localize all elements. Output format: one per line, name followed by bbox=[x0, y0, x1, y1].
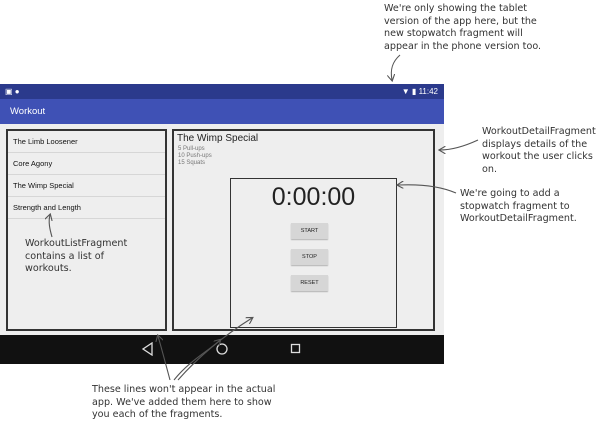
workout-list-fragment: The Limb Loosener Core Agony The Wimp Sp… bbox=[6, 129, 167, 331]
annotation-line: stopwatch fragment to bbox=[460, 200, 570, 212]
content-area: The Limb Loosener Core Agony The Wimp Sp… bbox=[0, 124, 444, 335]
annotation-line: WorkoutDetailFragment bbox=[482, 126, 596, 137]
stop-button[interactable]: STOP bbox=[291, 249, 328, 265]
recents-square-icon[interactable] bbox=[290, 342, 302, 356]
annotation-line: version of the app here, but the bbox=[384, 15, 537, 27]
list-item[interactable]: Core Agony bbox=[8, 153, 165, 175]
annotation-line: These lines won't appear in the actual bbox=[92, 384, 276, 395]
workout-description-line: 15 Squats bbox=[178, 160, 206, 166]
workout-title: The Wimp Special bbox=[177, 133, 259, 144]
annotation-line: displays details of the bbox=[482, 138, 588, 150]
battery-icon: ▮ bbox=[411, 87, 417, 96]
annotation-line: appear in the phone version too. bbox=[384, 40, 542, 52]
list-item[interactable]: The Wimp Special bbox=[8, 175, 165, 197]
start-button[interactable]: START bbox=[291, 223, 328, 239]
list-item[interactable]: Strength and Length bbox=[8, 197, 165, 219]
annotation-line: contains a list of bbox=[25, 250, 104, 262]
annotation-bottom-note: These lines won't appear in the actual a… bbox=[92, 384, 275, 422]
annotation-line: workouts. bbox=[25, 263, 72, 274]
arrow-detail bbox=[440, 139, 479, 150]
notification-icons: ▣ ● bbox=[5, 87, 20, 96]
annotation-line: app. We've added them here to show bbox=[92, 396, 272, 408]
workout-detail-fragment: The Wimp Special 5 Pull-ups 10 Push-ups … bbox=[172, 129, 435, 331]
list-item[interactable]: The Limb Loosener bbox=[8, 131, 165, 153]
tablet-screen: ▣ ● ▼ ▮ 11:42 Workout The Limb Loosener … bbox=[0, 84, 444, 364]
annotation-line: new stopwatch fragment will bbox=[384, 28, 523, 39]
app-bar: Workout bbox=[0, 99, 444, 124]
status-right: ▼ ▮ 11:42 bbox=[402, 87, 438, 96]
annotation-line: workout the user clicks on. bbox=[482, 151, 593, 175]
workout-description-line: 10 Push-ups bbox=[178, 153, 212, 159]
annotation-list-fragment: WorkoutListFragment contains a list of w… bbox=[25, 238, 128, 276]
reset-button[interactable]: RESET bbox=[291, 275, 328, 291]
clock: 11:42 bbox=[418, 87, 438, 96]
app-title: Workout bbox=[10, 106, 46, 117]
back-triangle-icon[interactable] bbox=[142, 342, 154, 356]
annotation-stopwatch-fragment: We're going to add a stopwatch fragment … bbox=[460, 188, 577, 226]
navigation-bar bbox=[0, 335, 444, 364]
wifi-icon: ▼ bbox=[401, 87, 410, 96]
home-circle-icon[interactable] bbox=[215, 342, 229, 356]
annotation-line: WorkoutDetailFragment. bbox=[460, 213, 577, 224]
annotation-detail-fragment: WorkoutDetailFragment displays details o… bbox=[482, 126, 600, 176]
workout-description-line: 5 Pull-ups bbox=[178, 146, 205, 152]
annotation-line: We're going to add a bbox=[460, 188, 560, 199]
annotation-line: We're only showing the tablet bbox=[384, 3, 528, 14]
annotation-line: you each of the fragments. bbox=[92, 409, 223, 420]
stopwatch-time: 0:00:00 bbox=[271, 183, 356, 211]
annotation-tablet-note: We're only showing the tablet version of… bbox=[384, 3, 541, 53]
stopwatch-fragment: 0:00:00 START STOP RESET bbox=[230, 178, 397, 328]
annotation-line: WorkoutListFragment bbox=[25, 238, 128, 249]
arrow-tablet bbox=[391, 54, 401, 80]
status-bar: ▣ ● ▼ ▮ 11:42 bbox=[0, 84, 444, 99]
